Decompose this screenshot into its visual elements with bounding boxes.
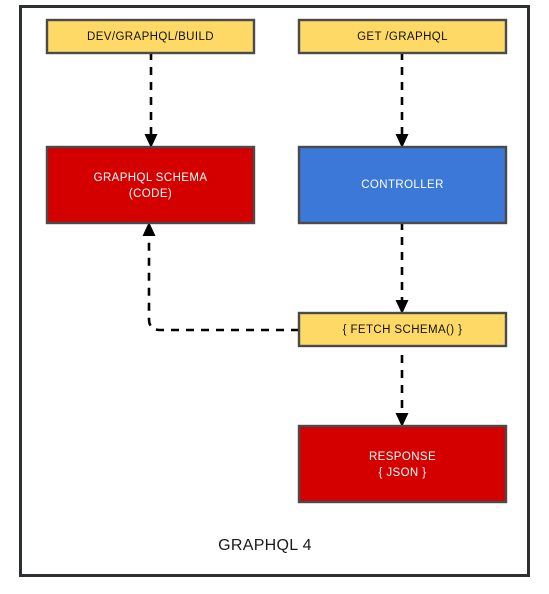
node-label: DEV/GRAPHQL/BUILD bbox=[87, 31, 214, 43]
node-label-line1: GRAPHQL SCHEMA bbox=[94, 172, 208, 184]
node-fetch-schema[interactable]: { FETCH SCHEMA() } bbox=[297, 311, 508, 348]
node-graphql-schema[interactable]: GRAPHQL SCHEMA (CODE) bbox=[45, 145, 256, 225]
node-label-line2: { JSON } bbox=[379, 467, 427, 479]
diagram-caption: GRAPHQL 4 bbox=[218, 537, 312, 554]
graphql-flow-diagram: DEV/GRAPHQL/BUILD GET /GRAPHQL GRAPHQL S… bbox=[0, 0, 549, 594]
edge-build-to-schema bbox=[144, 52, 158, 148]
node-label: CONTROLLER bbox=[361, 179, 444, 191]
node-get-graphql[interactable]: GET /GRAPHQL bbox=[297, 18, 508, 55]
node-label-line2: (CODE) bbox=[129, 188, 172, 200]
diagram-canvas: DEV/GRAPHQL/BUILD GET /GRAPHQL GRAPHQL S… bbox=[19, 5, 530, 577]
edge-fetch-to-response bbox=[395, 355, 409, 427]
node-box[interactable] bbox=[297, 424, 508, 504]
node-dev-graphql-build[interactable]: DEV/GRAPHQL/BUILD bbox=[45, 18, 256, 55]
node-response[interactable]: RESPONSE { JSON } bbox=[297, 424, 508, 504]
node-label: { FETCH SCHEMA() } bbox=[343, 324, 463, 336]
edge-fetch-to-schema bbox=[142, 222, 299, 332]
edge-get-to-controller bbox=[395, 52, 409, 148]
node-box[interactable] bbox=[45, 145, 256, 225]
edge-controller-to-fetch bbox=[395, 222, 409, 314]
node-controller[interactable]: CONTROLLER bbox=[297, 145, 508, 225]
node-label-line1: RESPONSE bbox=[369, 451, 436, 463]
node-label: GET /GRAPHQL bbox=[357, 31, 448, 43]
edge-line bbox=[147, 232, 299, 332]
